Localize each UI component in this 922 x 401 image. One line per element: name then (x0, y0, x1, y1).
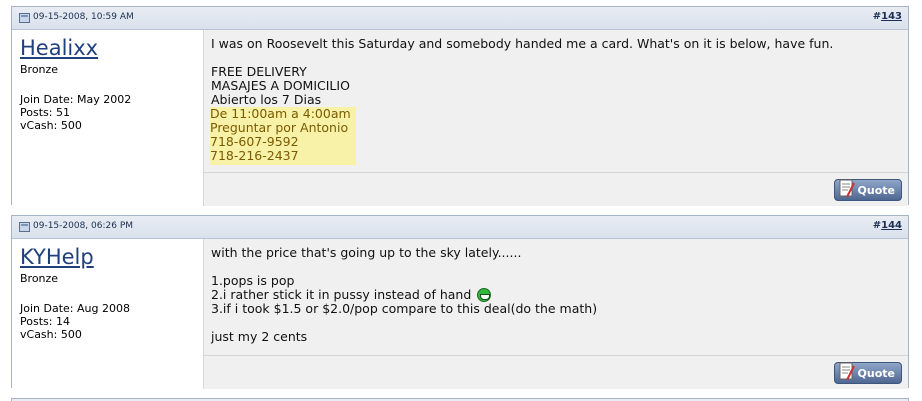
username-link[interactable]: KYHelp (20, 246, 94, 268)
quote-label: Quote (857, 366, 895, 380)
message-line: Abierto los 7 Dias (211, 92, 322, 107)
grin-smiley-icon (477, 288, 492, 302)
user-rank: Bronze (20, 272, 59, 285)
message-area: I was on Roosevelt this Saturday and som… (203, 30, 908, 206)
join-date: Join Date: Aug 2008 (20, 302, 130, 315)
user-info: Healixx Bronze Join Date: May 2002 Posts… (12, 30, 203, 206)
highlighted-line: Preguntar por Antonio (210, 120, 349, 135)
post-header: 09-15-2008, 06:26 PM #144 (12, 216, 908, 239)
post-144: 09-15-2008, 06:26 PM #144 KYHelp Bronze … (11, 215, 909, 389)
message-text: I was on Roosevelt this Saturday and som… (204, 30, 908, 165)
user-meta: Join Date: Aug 2008 Posts: 14 vCash: 500 (20, 302, 195, 341)
quote-button[interactable]: Quote (834, 179, 902, 201)
post-status-icon (19, 222, 30, 232)
post-date: 09-15-2008, 10:59 AM (33, 12, 134, 22)
message-line: FREE DELIVERY (211, 64, 307, 79)
post-number-hash: # (872, 220, 882, 231)
message-intro: with the price that's going up to the sk… (211, 245, 522, 260)
post-count: Posts: 51 (20, 106, 70, 119)
post-date: 09-15-2008, 06:26 PM (33, 221, 134, 231)
message-line: MASAJES A DOMICILIO (211, 78, 350, 93)
post-header: 09-15-2008, 10:59 AM #143 (12, 7, 908, 30)
user-info: KYHelp Bronze Join Date: Aug 2008 Posts:… (12, 239, 203, 389)
post-status-icon (19, 13, 30, 23)
message-line: 1.pops is pop (211, 273, 295, 288)
post-number: #143 (873, 11, 902, 22)
message-closing: just my 2 cents (211, 329, 308, 344)
post-number-hash: # (872, 11, 882, 22)
message-intro: I was on Roosevelt this Saturday and som… (211, 36, 834, 51)
highlighted-text-block: De 11:00am a 4:00am Preguntar por Antoni… (210, 107, 356, 165)
post-number-link[interactable]: 144 (881, 220, 902, 231)
message-footer: Quote (204, 172, 908, 206)
highlighted-line: 718-216-2437 (210, 148, 299, 163)
user-meta: Join Date: May 2002 Posts: 51 vCash: 500 (20, 93, 195, 132)
quote-button[interactable]: Quote (834, 362, 902, 384)
message-area: with the price that's going up to the sk… (203, 239, 908, 389)
join-date: Join Date: May 2002 (20, 93, 132, 106)
post-count: Posts: 14 (20, 315, 70, 328)
post-143: 09-15-2008, 10:59 AM #143 Healixx Bronze… (11, 6, 909, 206)
quote-paper-icon (839, 179, 855, 198)
message-footer: Quote (204, 355, 908, 389)
vcash: vCash: 500 (20, 328, 82, 341)
quote-paper-icon (839, 362, 855, 381)
message-line: 3.if i took $1.5 or $2.0/pop compare to … (211, 301, 598, 316)
highlighted-line: De 11:00am a 4:00am (210, 106, 351, 121)
vcash: vCash: 500 (20, 119, 82, 132)
post-number: #144 (873, 220, 902, 231)
message-line: 2.i rather stick it in pussy instead of … (211, 288, 901, 302)
message-text: with the price that's going up to the sk… (204, 239, 908, 344)
post-number-link[interactable]: 143 (881, 11, 902, 22)
username-link[interactable]: Healixx (20, 37, 98, 59)
message-line-text: 2.i rather stick it in pussy instead of … (211, 287, 472, 302)
quote-label: Quote (857, 183, 895, 197)
highlighted-line: 718-607-9592 (210, 134, 299, 149)
user-rank: Bronze (20, 63, 59, 76)
